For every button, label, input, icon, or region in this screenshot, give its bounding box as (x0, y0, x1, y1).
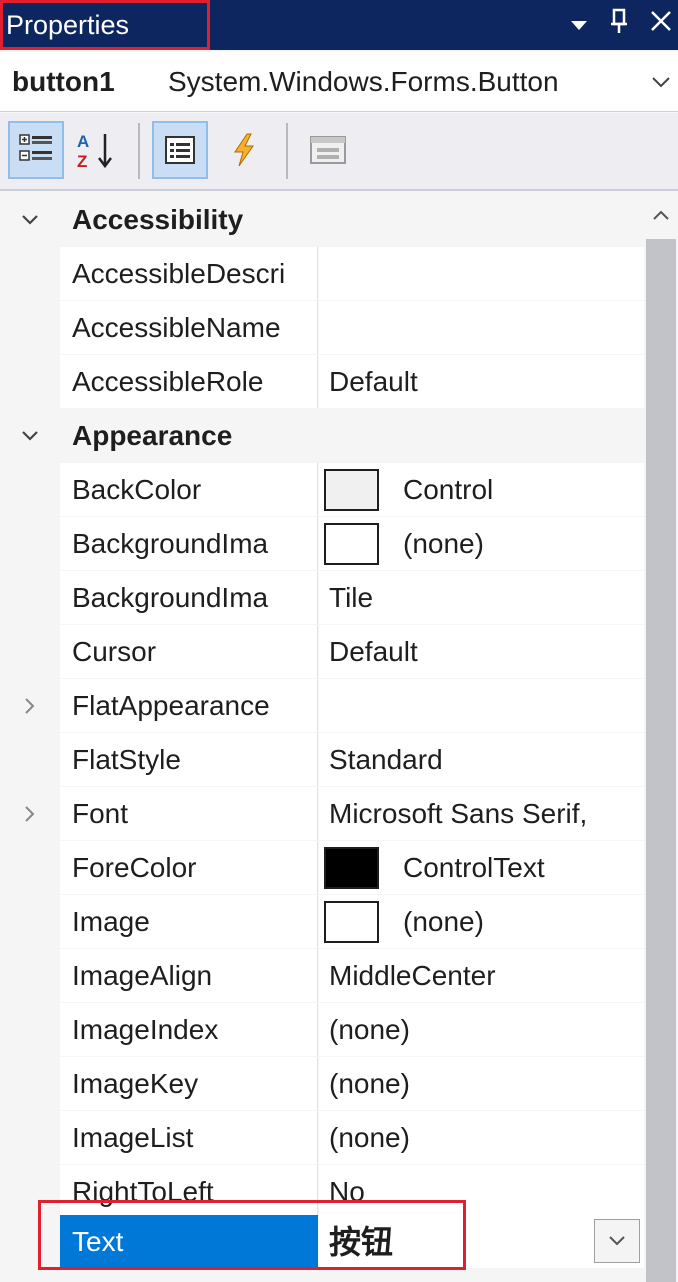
property-value[interactable]: Tile (319, 571, 644, 624)
property-pages-icon[interactable] (300, 121, 356, 179)
property-value[interactable] (319, 679, 644, 732)
property-value[interactable]: Control (319, 463, 644, 516)
property-value[interactable]: Default (319, 625, 644, 678)
categorized-icon[interactable] (8, 121, 64, 179)
svg-text:Z: Z (77, 152, 87, 170)
property-row[interactable]: AccessibleDescri (0, 247, 644, 301)
property-name: RightToLeft (60, 1165, 318, 1218)
property-value[interactable]: (none) (319, 895, 644, 948)
property-name: ForeColor (60, 841, 318, 894)
pin-icon[interactable] (604, 8, 634, 42)
property-name: ImageAlign (60, 949, 318, 1002)
window-position-dropdown-icon[interactable] (562, 8, 596, 42)
category-accessibility[interactable]: Accessibility (0, 193, 644, 247)
property-name: ImageKey (60, 1057, 318, 1110)
svg-text:A: A (77, 132, 89, 151)
property-row[interactable]: BackgroundIma (none) (0, 517, 644, 571)
value-dropdown-button[interactable] (594, 1219, 640, 1263)
property-row[interactable]: ImageKey (none) (0, 1057, 644, 1111)
property-name: Image (60, 895, 318, 948)
property-value[interactable]: ControlText (319, 841, 644, 894)
property-value-text: (none) (403, 528, 484, 559)
property-row[interactable]: ImageIndex (none) (0, 1003, 644, 1057)
object-type: System.Windows.Forms.Button (168, 66, 559, 97)
property-value[interactable]: (none) (319, 517, 644, 570)
property-name: ImageList (60, 1111, 318, 1164)
property-name: Font (60, 787, 318, 840)
events-lightning-icon[interactable] (216, 121, 272, 179)
properties-title-bar: Properties (0, 0, 678, 50)
property-value[interactable]: Microsoft Sans Serif, (319, 787, 644, 840)
property-row[interactable]: Image (none) (0, 895, 644, 949)
property-row[interactable]: ImageAlign MiddleCenter (0, 949, 644, 1003)
close-icon[interactable] (646, 8, 676, 42)
property-row[interactable]: Font Microsoft Sans Serif, (0, 787, 644, 841)
property-value[interactable] (319, 301, 644, 354)
property-name: BackgroundIma (60, 571, 318, 624)
object-name: button1 (12, 66, 115, 97)
toolbar-separator (138, 123, 140, 179)
vertical-scrollbar[interactable] (644, 193, 678, 1282)
property-value-input[interactable]: 按钮 (319, 1215, 644, 1268)
property-row-selected[interactable]: Text 按钮 (0, 1215, 644, 1269)
property-row[interactable]: BackgroundIma Tile (0, 571, 644, 625)
property-row[interactable]: AccessibleName (0, 301, 644, 355)
color-swatch (324, 847, 379, 889)
properties-toolbar: A Z (0, 113, 678, 191)
property-grid[interactable]: Accessibility AccessibleDescri Accessibl… (0, 193, 644, 1282)
property-value[interactable]: Default (319, 355, 644, 408)
property-value[interactable]: (none) (319, 1057, 644, 1110)
property-name: Cursor (60, 625, 318, 678)
property-value-text: (none) (403, 906, 484, 937)
property-name: FlatStyle (60, 733, 318, 786)
panel-title: Properties (6, 10, 130, 40)
property-name: BackColor (60, 463, 318, 516)
image-swatch (324, 523, 379, 565)
property-name: BackgroundIma (60, 517, 318, 570)
property-name: Text (60, 1215, 318, 1268)
property-name: AccessibleRole (60, 355, 318, 408)
scrollbar-thumb[interactable] (646, 239, 676, 1282)
property-row[interactable]: FlatStyle Standard (0, 733, 644, 787)
chevron-right-icon[interactable] (0, 679, 60, 733)
chevron-down-icon[interactable] (0, 193, 60, 247)
toolbar-separator (286, 123, 288, 179)
object-selector[interactable]: button1 System.Windows.Forms.Button (0, 52, 678, 112)
property-value-text: 按钮 (329, 1224, 394, 1260)
category-appearance[interactable]: Appearance (0, 409, 644, 463)
image-swatch (324, 901, 379, 943)
property-row[interactable]: AccessibleRole Default (0, 355, 644, 409)
property-row[interactable]: BackColor Control (0, 463, 644, 517)
property-row[interactable]: FlatAppearance (0, 679, 644, 733)
chevron-down-icon[interactable] (0, 409, 60, 463)
property-row[interactable]: RightToLeft No (0, 1165, 644, 1219)
property-row[interactable]: ImageList (none) (0, 1111, 644, 1165)
properties-icon[interactable] (152, 121, 208, 179)
property-value-text: Control (403, 474, 494, 505)
property-value[interactable]: (none) (319, 1111, 644, 1164)
property-name: AccessibleName (60, 301, 318, 354)
property-value-text: ControlText (403, 852, 545, 883)
property-name: FlatAppearance (60, 679, 318, 732)
alphabetical-sort-icon[interactable]: A Z (68, 121, 124, 179)
property-name: AccessibleDescri (60, 247, 318, 300)
chevron-down-icon[interactable] (648, 52, 674, 112)
property-value[interactable]: MiddleCenter (319, 949, 644, 1002)
property-value[interactable]: (none) (319, 1003, 644, 1056)
property-row[interactable]: Cursor Default (0, 625, 644, 679)
property-value[interactable]: Standard (319, 733, 644, 786)
category-name: Appearance (72, 420, 233, 451)
category-name: Accessibility (72, 204, 244, 235)
property-row[interactable]: ForeColor ControlText (0, 841, 644, 895)
property-name: ImageIndex (60, 1003, 318, 1056)
property-value[interactable] (319, 247, 644, 300)
color-swatch (324, 469, 379, 511)
scroll-up-arrow-icon[interactable] (644, 193, 678, 237)
chevron-right-icon[interactable] (0, 787, 60, 841)
property-value[interactable]: No (319, 1165, 644, 1218)
